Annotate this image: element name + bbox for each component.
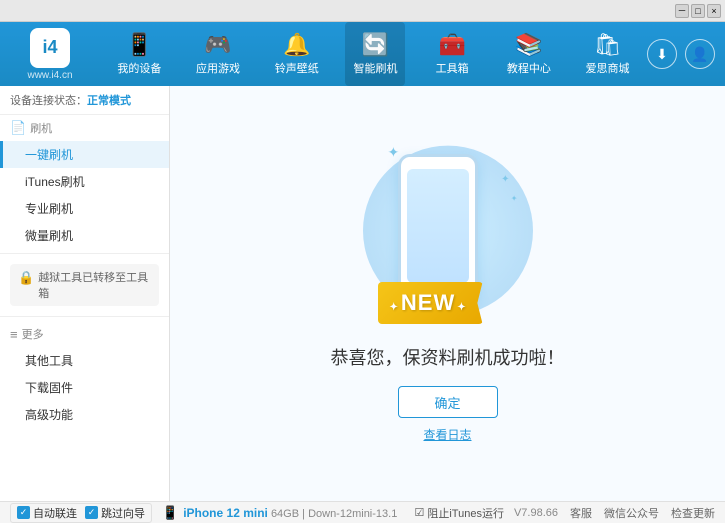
skip-wizard-checkbox[interactable]: 跳过向导 [85, 505, 145, 521]
logo-icon: i4 [30, 28, 70, 68]
nav-ringtones[interactable]: 🔔 铃声壁纸 [267, 22, 327, 86]
boutique-icon: 🛍 [594, 32, 622, 58]
nav-bar: 📱 我的设备 🎮 应用游戏 🔔 铃声壁纸 🔄 智能刷机 🧰 工具箱 📚 教程中心… [100, 22, 647, 86]
flash-section-title: 刷机 [30, 120, 52, 136]
notice-icon: 🔒 [18, 270, 34, 286]
flash-section-icon: 📄 [10, 120, 26, 136]
logo-area: i4 www.i4.cn [0, 28, 100, 81]
toolbox-label: 工具箱 [436, 60, 469, 76]
more-section-icon: ≡ [10, 327, 18, 342]
ringtones-label: 铃声壁纸 [275, 60, 319, 76]
success-message: 恭喜您，保资料刷机成功啦！ [331, 344, 565, 370]
device-firmware-val: Down-12mini-13.1 [308, 508, 397, 520]
sidebar-item-advanced[interactable]: 高级功能 [0, 401, 169, 428]
sidebar-item-download-firmware[interactable]: 下载固件 [0, 374, 169, 401]
itunes-run-checkbox-icon: ☑ [414, 506, 424, 519]
customer-service-link[interactable]: 客服 [570, 505, 592, 521]
toolbox-icon: 🧰 [438, 32, 465, 58]
header-right: ⬇ 👤 [647, 39, 725, 69]
smart-flash-icon: 🔄 [362, 32, 389, 58]
confirm-button[interactable]: 确定 [398, 386, 498, 418]
checkbox-group-container: 自动联连 跳过向导 [10, 503, 152, 523]
new-badge-stars: ✦ [390, 302, 399, 313]
phone-illustration: ✦ ✦ ✦ ✦NEW✦ [368, 144, 528, 324]
sidebar-item-micro-flash[interactable]: 微量刷机 [0, 222, 169, 249]
version-label: V7.98.66 [514, 507, 558, 519]
ringtones-icon: 🔔 [283, 32, 310, 58]
my-device-icon: 📱 [126, 32, 153, 58]
daily-log-link[interactable]: 查看日志 [423, 426, 471, 443]
status-value: 正常模式 [87, 95, 131, 107]
device-capacity-val: 64GB [271, 508, 299, 520]
status-label: 设备连接状态： [10, 95, 87, 107]
wechat-official-link[interactable]: 微信公众号 [604, 505, 659, 521]
sidebar-item-one-click-flash[interactable]: 一键刷机 [0, 141, 169, 168]
device-name: iPhone 12 mini [183, 506, 268, 520]
apps-games-label: 应用游戏 [196, 60, 240, 76]
sparkle-1: ✦ [388, 144, 400, 161]
logo-url: www.i4.cn [27, 70, 72, 81]
sidebar-item-pro-flash[interactable]: 专业刷机 [0, 195, 169, 222]
status-bar: 设备连接状态：正常模式 [0, 86, 169, 115]
itunes-run-toggle[interactable]: ☑ 阻止iTunes运行 [414, 505, 503, 521]
check-update-link[interactable]: 检查更新 [671, 505, 715, 521]
my-device-label: 我的设备 [117, 60, 161, 76]
skip-wizard-checkmark [85, 506, 98, 519]
boutique-label: 爱思商城 [586, 60, 630, 76]
close-btn[interactable]: × [707, 4, 721, 18]
apps-games-icon: 🎮 [204, 32, 231, 58]
sidebar-item-itunes-flash[interactable]: iTunes刷机 [0, 168, 169, 195]
bottom-bar: 自动联连 跳过向导 📱 iPhone 12 mini 64GB | Down-1… [0, 501, 725, 523]
device-icon: 📱 [162, 505, 178, 521]
bottom-right: V7.98.66 客服 微信公众号 检查更新 [514, 505, 715, 521]
nav-my-device[interactable]: 📱 我的设备 [109, 22, 169, 86]
auto-connect-checkbox[interactable]: 自动联连 [17, 505, 77, 521]
sidebar-item-other-tools[interactable]: 其他工具 [0, 347, 169, 374]
more-section-title: 更多 [22, 326, 44, 342]
itunes-run-label: 阻止iTunes运行 [427, 505, 504, 521]
nav-tutorial[interactable]: 📚 教程中心 [499, 22, 559, 86]
nav-smart-flash[interactable]: 🔄 智能刷机 [345, 22, 405, 86]
title-bar: － □ × [0, 0, 725, 22]
nav-apps-games[interactable]: 🎮 应用游戏 [188, 22, 248, 86]
notice-text: 越狱工具已转移至工具箱 [38, 269, 151, 301]
skip-wizard-label: 跳过向导 [101, 505, 145, 521]
sidebar-section-more: ≡ 更多 [0, 321, 169, 347]
smart-flash-label: 智能刷机 [353, 60, 397, 76]
nav-toolbox[interactable]: 🧰 工具箱 [424, 22, 480, 86]
download-btn[interactable]: ⬇ [647, 39, 677, 69]
main-area: 设备连接状态：正常模式 📄 刷机 一键刷机 iTunes刷机 专业刷机 微量刷机… [0, 86, 725, 501]
tutorial-label: 教程中心 [507, 60, 551, 76]
device-details: iPhone 12 mini 64GB | Down-12mini-13.1 [183, 506, 397, 520]
sidebar-notice: 🔒 越狱工具已转移至工具箱 [10, 264, 159, 306]
tutorial-icon: 📚 [515, 32, 542, 58]
auto-connect-checkmark [17, 506, 30, 519]
sidebar-divider-2 [0, 316, 169, 317]
nav-boutique[interactable]: 🛍 爱思商城 [578, 22, 638, 86]
device-info: 📱 iPhone 12 mini 64GB | Down-12mini-13.1 [162, 505, 404, 521]
auto-connect-label: 自动联连 [33, 505, 77, 521]
sparkle-2: ✦ [501, 174, 509, 185]
maximize-btn[interactable]: □ [691, 4, 705, 18]
sidebar: 设备连接状态：正常模式 📄 刷机 一键刷机 iTunes刷机 专业刷机 微量刷机… [0, 86, 170, 501]
new-badge-text: NEW [401, 290, 455, 315]
sidebar-divider-1 [0, 253, 169, 254]
sidebar-section-flash: 📄 刷机 [0, 115, 169, 141]
sparkle-3: ✦ [511, 194, 518, 203]
header: i4 www.i4.cn 📱 我的设备 🎮 应用游戏 🔔 铃声壁纸 🔄 智能刷机… [0, 22, 725, 86]
minimize-btn[interactable]: － [675, 4, 689, 18]
user-btn[interactable]: 👤 [685, 39, 715, 69]
content-area: ✦ ✦ ✦ ✦NEW✦ 恭喜您，保资料刷机成功啦！ 确定 查看日志 [170, 86, 725, 501]
